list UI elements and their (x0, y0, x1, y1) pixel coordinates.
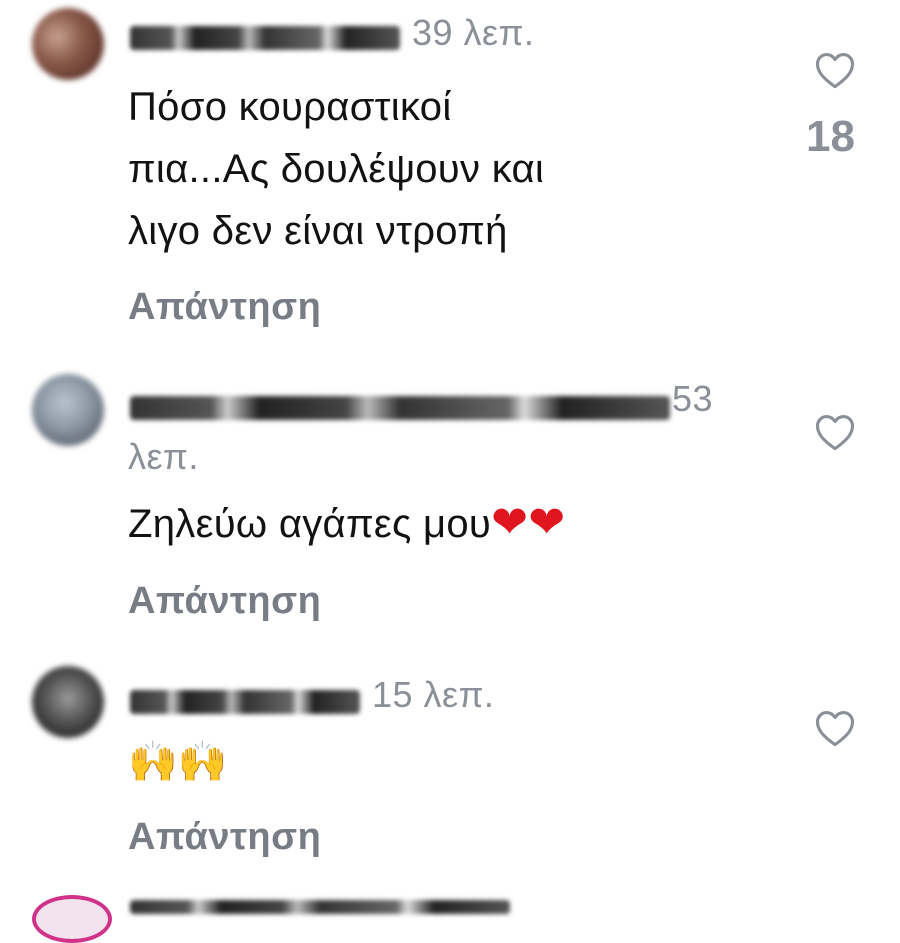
comment-timestamp: 39 λεπ. (412, 12, 535, 53)
avatar[interactable] (32, 8, 104, 80)
comment-text-line: πια...Ας δουλέψουν και (128, 147, 545, 191)
like-count: 18 (806, 112, 855, 161)
reply-button[interactable]: Απάντηση (128, 816, 321, 859)
comment-text-content: Ζηλεύω αγάπες μου (128, 502, 492, 546)
avatar[interactable] (32, 374, 104, 446)
avatar[interactable] (32, 666, 104, 738)
reply-button[interactable]: Απάντηση (128, 286, 321, 329)
comment-text: Πόσο κουραστικοί πια...Ας δουλέψουν και … (128, 76, 544, 262)
username-redacted[interactable] (130, 396, 670, 420)
avatar-partial[interactable] (32, 895, 112, 943)
comment-text: Ζηλεύω αγάπες μου❤❤ (128, 492, 565, 555)
raising-hands-emoji: 🙌🙌 (128, 739, 228, 785)
heart-outline-icon[interactable] (814, 50, 856, 90)
username-redacted[interactable] (130, 26, 400, 50)
comment-timestamp-unit: λεπ. (128, 436, 199, 477)
heart-outline-icon[interactable] (814, 708, 856, 748)
comment-text-line: Πόσο κουραστικοί (128, 85, 452, 129)
comment-timestamp: 15 λεπ. (372, 674, 495, 715)
heart-outline-icon[interactable] (814, 412, 856, 452)
comment-timestamp: 53 (672, 378, 714, 419)
red-heart-emoji: ❤❤ (491, 497, 566, 548)
username-redacted[interactable] (130, 690, 360, 714)
reply-button[interactable]: Απάντηση (128, 580, 321, 623)
comment-text-line: λιγο δεν είναι ντροπή (128, 209, 508, 253)
